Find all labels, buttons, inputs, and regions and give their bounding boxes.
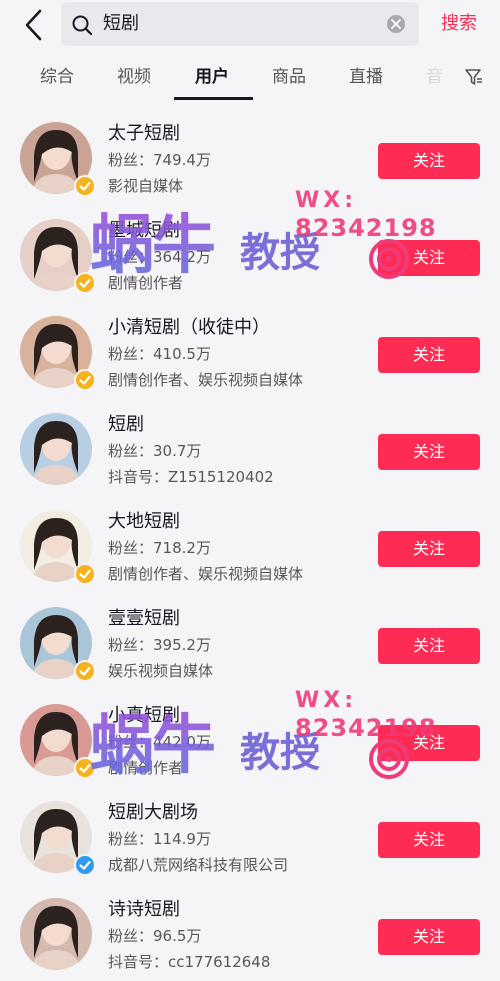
- tab-live[interactable]: 直播: [349, 65, 383, 89]
- user-name[interactable]: 小清短剧（收徒中）: [108, 316, 270, 340]
- follow-button[interactable]: 关注: [378, 725, 480, 761]
- active-tab-indicator: [174, 97, 253, 100]
- avatar[interactable]: [20, 898, 92, 970]
- follower-count: 粉丝：410.5万: [108, 345, 211, 363]
- user-name[interactable]: 短剧大剧场: [108, 801, 198, 825]
- user-description: 剧情创作者: [108, 274, 184, 292]
- top-bar: 短剧 搜索: [0, 0, 500, 52]
- user-description: 剧情创作者、娱乐视频自媒体: [108, 565, 304, 583]
- search-input[interactable]: 短剧: [61, 2, 419, 46]
- verified-badge-icon: [74, 563, 96, 585]
- user-description: 成都八荒网络科技有限公司: [108, 856, 289, 874]
- tabs-fade: [418, 52, 464, 102]
- user-description: 影视自媒体: [108, 177, 184, 195]
- user-description: 剧情创作者、娱乐视频自媒体: [108, 371, 304, 389]
- follow-button[interactable]: 关注: [378, 531, 480, 567]
- search-icon: [72, 15, 93, 36]
- filter-icon: [465, 69, 482, 85]
- tab-users[interactable]: 用户: [195, 65, 229, 89]
- follow-button[interactable]: 关注: [378, 337, 480, 373]
- follower-count: 粉丝：749.4万: [108, 151, 211, 169]
- tab-videos[interactable]: 视频: [117, 65, 151, 89]
- user-description: 抖音号：cc177612648: [108, 953, 271, 971]
- clear-button[interactable]: [387, 15, 405, 33]
- user-name[interactable]: 诗诗短剧: [108, 898, 180, 922]
- user-name[interactable]: 壹壹短剧: [108, 607, 180, 631]
- chevron-left-icon: [25, 9, 42, 41]
- user-row[interactable]: 壹壹短剧粉丝：395.2万 娱乐视频自媒体 关注: [0, 587, 500, 684]
- follow-button[interactable]: 关注: [378, 822, 480, 858]
- tab-products[interactable]: 商品: [272, 65, 306, 89]
- clear-icon: [391, 19, 401, 29]
- user-row[interactable]: 墨城短剧粉丝：364.2万 剧情创作者 关注: [0, 199, 500, 296]
- search-submit-button[interactable]: 搜索: [441, 12, 477, 36]
- follower-count: 粉丝：96.5万: [108, 927, 202, 945]
- follow-button[interactable]: 关注: [378, 240, 480, 276]
- user-row[interactable]: 太子短剧粉丝：749.4万 影视自媒体 关注: [0, 102, 500, 199]
- user-row[interactable]: 大地短剧粉丝：718.2万剧情创作者、娱乐视频自媒体 关注: [0, 490, 500, 587]
- filter-button[interactable]: [464, 67, 484, 87]
- verified-badge-icon: [74, 757, 96, 779]
- user-name[interactable]: 太子短剧: [108, 122, 180, 146]
- follow-button[interactable]: 关注: [378, 919, 480, 955]
- verified-badge-icon: [74, 660, 96, 682]
- search-tabs: 综合 视频 用户 商品 直播 音: [0, 52, 500, 102]
- follower-count: 粉丝：718.2万: [108, 539, 211, 557]
- user-name[interactable]: 墨城短剧: [108, 219, 180, 243]
- avatar[interactable]: [20, 413, 92, 485]
- back-button[interactable]: [18, 6, 52, 44]
- verified-badge-icon: [74, 369, 96, 391]
- user-row[interactable]: 短剧大剧场粉丝：114.9万成都八荒网络科技有限公司 关注: [0, 781, 500, 878]
- follower-count: 粉丝：364.2万: [108, 248, 211, 266]
- follower-count: 粉丝：30.7万: [108, 442, 202, 460]
- user-name[interactable]: 小真短剧: [108, 704, 180, 728]
- tab-all[interactable]: 综合: [40, 65, 74, 89]
- user-row[interactable]: 诗诗短剧粉丝：96.5万抖音号：cc177612648 关注: [0, 878, 500, 975]
- verified-badge-icon: [74, 175, 96, 197]
- user-name[interactable]: 大地短剧: [108, 510, 180, 534]
- verified-badge-icon: [74, 854, 96, 876]
- follow-button[interactable]: 关注: [378, 628, 480, 664]
- user-description: 剧情创作者: [108, 759, 184, 777]
- user-description: 娱乐视频自媒体: [108, 662, 214, 680]
- user-row[interactable]: 小真短剧粉丝：442.0万 剧情创作者 关注: [0, 684, 500, 781]
- follow-button[interactable]: 关注: [378, 434, 480, 470]
- user-row[interactable]: 短剧粉丝：30.7万抖音号：Z1515120402 关注: [0, 393, 500, 490]
- user-name[interactable]: 短剧: [108, 413, 144, 437]
- follower-count: 粉丝：442.0万: [108, 733, 211, 751]
- follower-count: 粉丝：114.9万: [108, 830, 211, 848]
- user-description: 抖音号：Z1515120402: [108, 468, 274, 486]
- user-row[interactable]: 小清短剧（收徒中） 粉丝：410.5万剧情创作者、娱乐视频自媒体 关注: [0, 296, 500, 393]
- verified-badge-icon: [74, 272, 96, 294]
- follow-button[interactable]: 关注: [378, 143, 480, 179]
- search-query[interactable]: 短剧: [103, 12, 139, 36]
- follower-count: 粉丝：395.2万: [108, 636, 211, 654]
